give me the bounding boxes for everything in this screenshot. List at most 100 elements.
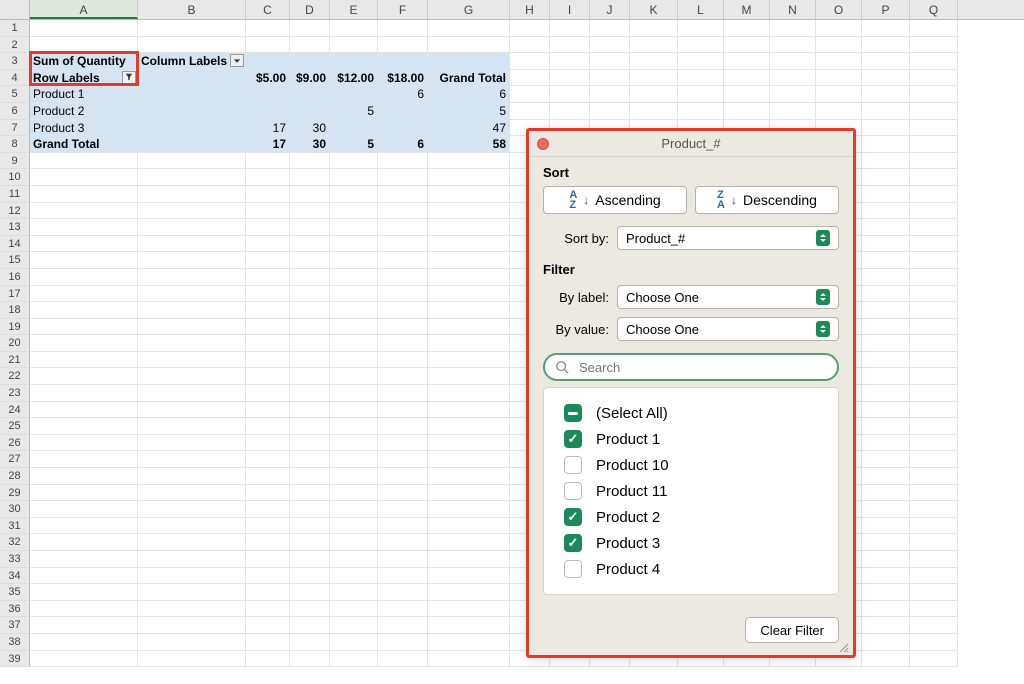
cell[interactable]: Product 3 — [30, 120, 138, 137]
cell[interactable] — [30, 252, 138, 269]
filter-item[interactable]: Product 10 — [564, 452, 818, 478]
cell[interactable] — [862, 468, 910, 485]
cell[interactable] — [330, 368, 378, 385]
cell[interactable] — [862, 153, 910, 170]
select-all-corner[interactable] — [0, 0, 30, 19]
cell[interactable] — [910, 203, 958, 220]
cell[interactable] — [290, 153, 330, 170]
cell[interactable] — [378, 219, 428, 236]
cell[interactable] — [862, 352, 910, 369]
cell[interactable] — [910, 120, 958, 137]
cell[interactable] — [330, 568, 378, 585]
cell[interactable] — [910, 385, 958, 402]
cell[interactable] — [290, 286, 330, 303]
cell[interactable] — [138, 203, 246, 220]
cell[interactable]: 30 — [290, 120, 330, 137]
cell[interactable] — [30, 352, 138, 369]
cell[interactable] — [246, 286, 290, 303]
cell[interactable] — [862, 568, 910, 585]
cell[interactable] — [428, 651, 510, 668]
cell[interactable] — [862, 86, 910, 103]
cell[interactable] — [862, 451, 910, 468]
row-header-2[interactable]: 2 — [0, 37, 30, 54]
cell[interactable] — [290, 103, 330, 120]
sort-ascending-button[interactable]: AZ ↓ Ascending — [543, 186, 687, 214]
cell[interactable] — [246, 634, 290, 651]
cell[interactable] — [590, 37, 630, 54]
column-header-B[interactable]: B — [138, 0, 246, 19]
cell[interactable] — [246, 418, 290, 435]
row-header-23[interactable]: 23 — [0, 385, 30, 402]
cell[interactable] — [246, 518, 290, 535]
cell[interactable] — [246, 269, 290, 286]
cell[interactable] — [330, 501, 378, 518]
cell[interactable] — [910, 451, 958, 468]
cell[interactable] — [138, 236, 246, 253]
cell[interactable] — [138, 435, 246, 452]
cell[interactable] — [246, 352, 290, 369]
cell[interactable] — [590, 70, 630, 87]
row-header-37[interactable]: 37 — [0, 617, 30, 634]
cell[interactable] — [428, 20, 510, 37]
cell[interactable] — [246, 335, 290, 352]
cell[interactable] — [330, 186, 378, 203]
cell[interactable] — [330, 335, 378, 352]
cell[interactable] — [378, 601, 428, 618]
column-header-I[interactable]: I — [550, 0, 590, 19]
cell[interactable] — [290, 236, 330, 253]
cell[interactable] — [30, 568, 138, 585]
cell[interactable] — [428, 203, 510, 220]
cell[interactable] — [30, 385, 138, 402]
cell[interactable] — [30, 302, 138, 319]
cell[interactable] — [290, 53, 330, 70]
cell[interactable] — [724, 37, 770, 54]
cell[interactable] — [138, 601, 246, 618]
cell[interactable] — [378, 236, 428, 253]
cell[interactable] — [862, 617, 910, 634]
cell[interactable] — [428, 418, 510, 435]
checkbox-icon[interactable] — [564, 560, 582, 578]
cell[interactable] — [910, 236, 958, 253]
row-header-19[interactable]: 19 — [0, 319, 30, 336]
row-header-35[interactable]: 35 — [0, 584, 30, 601]
cell[interactable] — [428, 236, 510, 253]
cell[interactable] — [910, 468, 958, 485]
cell[interactable] — [428, 601, 510, 618]
cell[interactable] — [510, 37, 550, 54]
cell[interactable] — [910, 20, 958, 37]
cell[interactable] — [290, 186, 330, 203]
cell[interactable] — [678, 70, 724, 87]
cell[interactable] — [378, 534, 428, 551]
cell[interactable] — [910, 70, 958, 87]
cell[interactable] — [246, 402, 290, 419]
cell[interactable] — [330, 451, 378, 468]
cell[interactable] — [378, 169, 428, 186]
cell[interactable] — [378, 468, 428, 485]
cell[interactable]: 47 — [428, 120, 510, 137]
column-header-F[interactable]: F — [378, 0, 428, 19]
cell[interactable] — [378, 319, 428, 336]
cell[interactable] — [246, 236, 290, 253]
cell[interactable] — [246, 186, 290, 203]
cell[interactable] — [428, 518, 510, 535]
cell[interactable]: Product 1 — [30, 86, 138, 103]
cell[interactable] — [862, 120, 910, 137]
cell[interactable] — [862, 186, 910, 203]
cell[interactable] — [550, 86, 590, 103]
cell[interactable] — [910, 418, 958, 435]
cell[interactable] — [862, 70, 910, 87]
cell[interactable] — [910, 53, 958, 70]
cell[interactable] — [910, 368, 958, 385]
filter-item[interactable]: Product 11 — [564, 478, 818, 504]
cell[interactable] — [246, 20, 290, 37]
cell[interactable] — [590, 53, 630, 70]
cell[interactable] — [862, 20, 910, 37]
row-header-8[interactable]: 8 — [0, 136, 30, 153]
cell[interactable] — [138, 368, 246, 385]
cell[interactable] — [30, 286, 138, 303]
cell[interactable] — [30, 335, 138, 352]
row-header-11[interactable]: 11 — [0, 186, 30, 203]
cell[interactable] — [290, 319, 330, 336]
cell[interactable] — [290, 534, 330, 551]
cell[interactable] — [378, 37, 428, 54]
